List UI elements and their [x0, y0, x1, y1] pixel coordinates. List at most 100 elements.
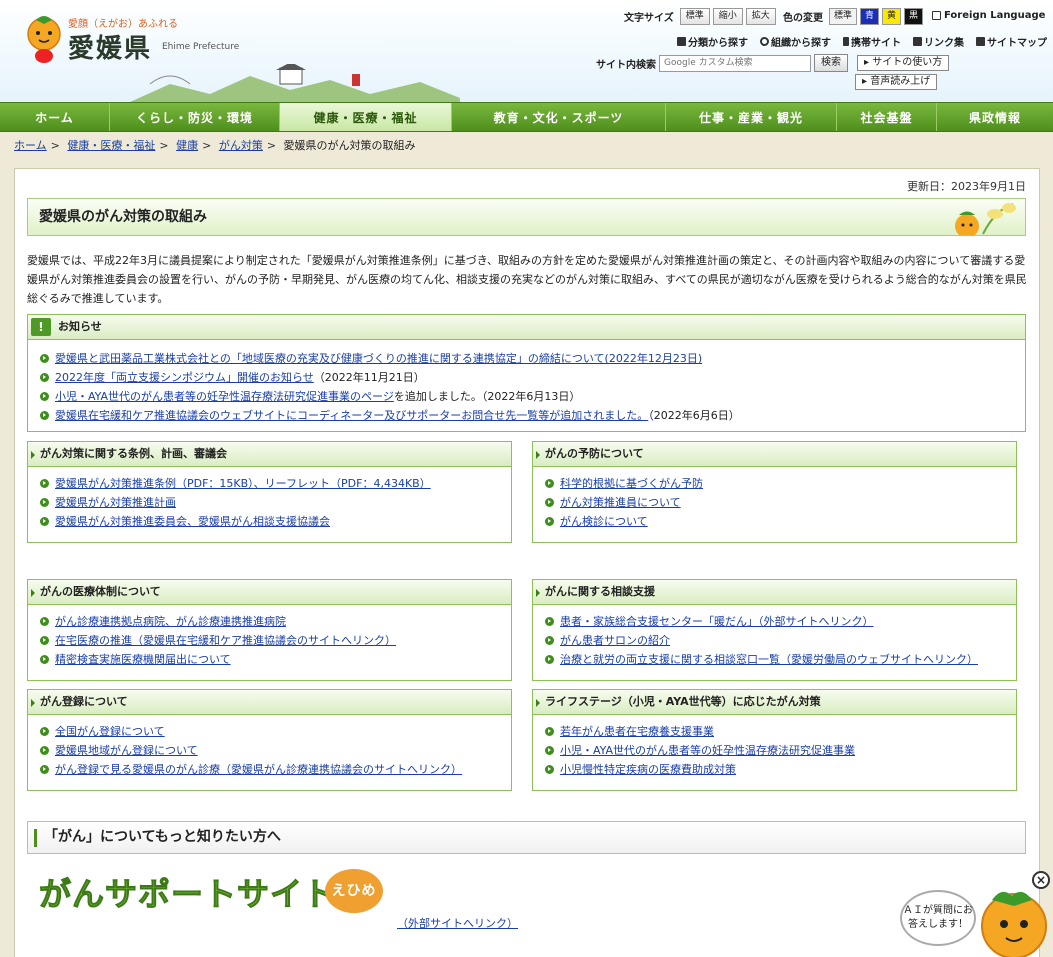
gnav-living[interactable]: くらし・防災・環境 [110, 103, 280, 131]
arrow-bullet-icon [40, 373, 49, 382]
search-input[interactable] [659, 54, 811, 72]
section-item: 患者・家族総合支援センター「暖だん」（外部サイトへリンク） [543, 612, 1016, 631]
nav-links[interactable]: リンク集 [913, 34, 964, 49]
notice-item: 2022年度「両立支援シンポジウム」開催のお知らせ（2022年11月21日） [38, 368, 1025, 387]
section-link[interactable]: 若年がん患者在宅療養支援事業 [560, 725, 714, 738]
section-link[interactable]: 科学的根拠に基づくがん予防 [560, 477, 703, 490]
support-site-external-link[interactable]: （外部サイトへリンク） [397, 915, 518, 931]
section-item: 小児慢性特定疾病の医療費助成対策 [543, 760, 1016, 779]
section-link[interactable]: 全国がん登録について [55, 725, 165, 738]
section-item: 科学的根拠に基づくがん予防 [543, 474, 1016, 493]
nav-mobile[interactable]: 携帯サイト [843, 34, 901, 49]
nav-mobile-label: 携帯サイト [851, 38, 901, 49]
page-title-text: 愛媛県のがん対策の取組み [39, 209, 207, 225]
gnav-work[interactable]: 仕事・産業・観光 [666, 103, 837, 131]
section-item: がん診療連携拠点病院、がん診療連携推進病院 [38, 612, 511, 631]
font-larger-button[interactable]: 拡大 [745, 8, 776, 25]
close-icon[interactable]: × [1032, 871, 1050, 889]
section-item: がん検診について [543, 512, 1016, 531]
color-yellow-button[interactable]: 黄 [882, 8, 902, 25]
breadcrumb-separator: > [266, 139, 277, 152]
arrow-bullet-icon [40, 617, 49, 626]
section-link[interactable]: がん登録で見る愛媛県のがん診療（愛媛県がん診療連携協議会のサイトへリンク） [55, 763, 462, 776]
foreign-language-label: Foreign Language [944, 10, 1046, 21]
arrow-bullet-icon [40, 746, 49, 755]
ai-chat-widget[interactable]: ＡＩが質問にお答えします！ × [896, 868, 1053, 957]
read-aloud-row: ▸ 音声読み上げ [855, 74, 938, 90]
section-header: ライフステージ（小児・AYA世代等）に応じたがん対策 [533, 690, 1016, 715]
arrow-bullet-icon [40, 498, 49, 507]
section-link[interactable]: 愛媛県地域がん登録について [55, 744, 198, 757]
font-size-controls: 文字サイズ 標準 縮小 拡大 [624, 8, 776, 25]
section-link[interactable]: 愛媛県がん対策推進条例（PDF：15KB）、リーフレット（PDF：4,434KB… [55, 477, 431, 490]
nav-organization[interactable]: 組織から探す [760, 34, 831, 49]
section-link[interactable]: がん診療連携拠点病院、がん診療連携推進病院 [55, 615, 286, 628]
breadcrumb-cancer[interactable]: がん対策 [219, 139, 263, 152]
search-button[interactable]: 検索 [814, 54, 848, 72]
breadcrumb-health[interactable]: 健康 [176, 139, 198, 152]
foreign-language-link[interactable]: Foreign Language [932, 10, 1045, 21]
grid-icon [677, 37, 686, 46]
breadcrumb: ホーム > 健康・医療・福祉 > 健康 > がん対策 > 愛媛県のがん対策の取組み [14, 137, 416, 153]
arrow-bullet-icon [545, 517, 554, 526]
section-link[interactable]: がん検診について [560, 515, 648, 528]
color-standard-button[interactable]: 標準 [829, 8, 858, 25]
notice-link[interactable]: 小児・AYA世代のがん患者等の妊孕性温存療法研究促進事業のページ [55, 390, 394, 403]
section-ordinances: がん対策に関する条例、計画、審議会 愛媛県がん対策推進条例（PDF：15KB）、… [27, 441, 512, 543]
section-list: 科学的根拠に基づくがん予防 がん対策推進員について がん検診について [533, 467, 1016, 531]
font-smaller-button[interactable]: 縮小 [712, 8, 743, 25]
section-link[interactable]: 愛媛県がん対策推進計画 [55, 496, 176, 509]
read-aloud-button[interactable]: ▸ 音声読み上げ [855, 74, 938, 90]
castle-scenery-icon [130, 64, 460, 102]
arrow-bullet-icon [40, 411, 49, 420]
section-link[interactable]: 治療と就労の両立支援に関する相談窓口一覧（愛媛労働局のウェブサイトへリンク） [560, 653, 978, 666]
notice-item: 小児・AYA世代のがん患者等の妊孕性温存療法研究促進事業のページを追加しました。… [38, 387, 1025, 406]
section-life-stage: ライフステージ（小児・AYA世代等）に応じたがん対策 若年がん患者在宅療養支援事… [532, 689, 1017, 791]
header-tools: 文字サイズ 標準 縮小 拡大 色の変更 標準 青 黄 黒 Foreign Lan… [596, 6, 1050, 96]
color-blue-button[interactable]: 青 [860, 8, 880, 25]
site-logo[interactable]: 愛顔（えがお）あふれる 愛媛県 Ehime Prefecture [22, 12, 239, 68]
section-item: 在宅医療の推進（愛媛県在宅緩和ケア推進協議会のサイトへリンク） [38, 631, 511, 650]
section-link[interactable]: がん対策推進員について [560, 496, 681, 509]
gnav-infrastructure[interactable]: 社会基盤 [837, 103, 937, 131]
section-item: 若年がん患者在宅療養支援事業 [543, 722, 1016, 741]
intro-text: 愛媛県では、平成22年3月に議員提案により制定された「愛媛県がん対策推進条例」に… [27, 254, 1027, 305]
section-header: がん対策に関する条例、計画、審議会 [28, 442, 511, 467]
gnav-government[interactable]: 県政情報 [937, 103, 1053, 131]
read-aloud-label: 音声読み上げ [870, 76, 931, 87]
font-standard-button[interactable]: 標準 [679, 8, 710, 25]
site-header: 愛顔（えがお）あふれる 愛媛県 Ehime Prefecture 文字サイズ 標… [0, 0, 1053, 102]
gnav-education[interactable]: 教育・文化・スポーツ [452, 103, 666, 131]
color-black-button[interactable]: 黒 [904, 8, 924, 25]
section-link[interactable]: 精密検査実施医療機関届出について [55, 653, 231, 666]
section-link[interactable]: 小児・AYA世代のがん患者等の妊孕性温存療法研究促進事業 [560, 744, 855, 757]
search-label: サイト内検索 [596, 59, 656, 71]
section-list: 全国がん登録について 愛媛県地域がん登録について がん登録で見る愛媛県のがん診療… [28, 715, 511, 779]
notice-link[interactable]: 2022年度「両立支援シンポジウム」開催のお知らせ [55, 371, 314, 384]
nav-sitemap[interactable]: サイトマップ [976, 34, 1047, 49]
color-label: 色の変更 [783, 13, 823, 24]
breadcrumb-home[interactable]: ホーム [14, 139, 47, 152]
color-controls: 色の変更 標準 青 黄 黒 [783, 8, 924, 25]
how-to-use-button[interactable]: ▸ サイトの使い方 [857, 55, 950, 71]
arrow-bullet-icon [545, 636, 554, 645]
section-link[interactable]: 在宅医療の推進（愛媛県在宅緩和ケア推進協議会のサイトへリンク） [55, 634, 396, 647]
section-link[interactable]: 患者・家族総合支援センター「暖だん」（外部サイトへリンク） [560, 615, 874, 628]
gnav-health[interactable]: 健康・医療・福祉 [280, 103, 452, 131]
support-logo-text: がんサポートサイト [38, 875, 337, 914]
nav-category[interactable]: 分類から探す [677, 34, 748, 49]
breadcrumb-separator: > [202, 139, 212, 152]
cancer-support-site-banner[interactable]: がんサポートサイト えひめ [38, 869, 399, 925]
gnav-home[interactable]: ホーム [0, 103, 110, 131]
notice-link[interactable]: 愛媛県在宅緩和ケア推進協議会のウェブサイトにコーディネーター及びサポーターお問合… [55, 409, 648, 422]
section-link[interactable]: がん患者サロンの紹介 [560, 634, 670, 647]
arrow-bullet-icon [545, 655, 554, 664]
notice-header: お知らせ [28, 315, 1025, 340]
notice-link[interactable]: 愛媛県と武田薬品工業株式会社との「地域医療の充実及び健康づくりの推進に関する連携… [55, 352, 702, 365]
breadcrumb-health-welfare[interactable]: 健康・医療・福祉 [67, 139, 155, 152]
section-link[interactable]: 小児慢性特定疾病の医療費助成対策 [560, 763, 736, 776]
section-link[interactable]: 愛媛県がん対策推進委員会、愛媛県がん相談支援協議会 [55, 515, 330, 528]
notice-speech-icon [31, 318, 51, 336]
arrow-bullet-icon [40, 479, 49, 488]
ai-chat-bubble: ＡＩが質問にお答えします！ [900, 890, 976, 946]
